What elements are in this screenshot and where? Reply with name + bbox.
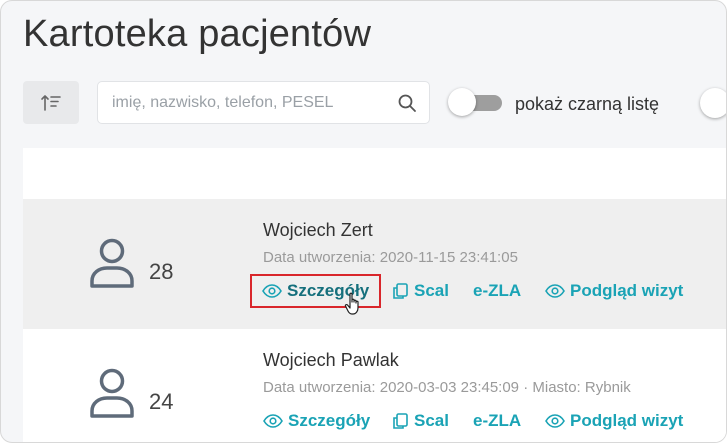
- patient-list: 28 Wojciech Zert Data utworzenia: 2020-1…: [23, 148, 726, 442]
- patient-meta: Data utworzenia: 2020-03-03 23:45:09 · M…: [263, 379, 631, 396]
- patient-age: 28: [149, 259, 174, 284]
- partial-toggle-knob[interactable]: [700, 88, 726, 118]
- blacklist-toggle-label: pokaż czarną listę: [515, 94, 660, 114]
- eye-icon: [263, 414, 283, 428]
- eye-icon: [545, 414, 565, 428]
- patient-meta: Data utworzenia: 2020-11-15 23:41:05: [263, 249, 518, 266]
- merge-label: Scal: [414, 281, 449, 300]
- visits-preview-button[interactable]: Podgląd wizyt: [545, 409, 683, 433]
- details-button[interactable]: Szczegóły: [263, 409, 370, 433]
- patient-row: 28 Wojciech Zert Data utworzenia: 2020-1…: [23, 199, 726, 329]
- patient-row: 24 Wojciech Pawlak Data utworzenia: 2020…: [23, 329, 726, 442]
- blacklist-toggle[interactable]: [448, 88, 502, 116]
- visits-label: Podgląd wizyt: [570, 281, 684, 300]
- created-value: 2020-03-03 23:45:09: [379, 379, 520, 396]
- details-label: Szczegóły: [288, 411, 371, 430]
- patient-name: Wojciech Zert: [263, 220, 373, 240]
- search-icon[interactable]: [397, 93, 417, 113]
- toggle-knob: [448, 88, 476, 116]
- meta-separator: ·: [523, 379, 529, 396]
- city-label: Miasto:: [532, 379, 581, 396]
- page-title: Kartoteka pacjentów: [23, 13, 372, 55]
- ezla-label: e-ZLA: [473, 411, 522, 430]
- merge-button[interactable]: Scal: [391, 279, 449, 303]
- ezla-label: e-ZLA: [473, 281, 522, 300]
- user-icon: [90, 368, 134, 418]
- ezla-button[interactable]: e-ZLA: [473, 279, 521, 303]
- search-input[interactable]: [112, 82, 382, 123]
- hand-pointer-icon: [344, 292, 359, 315]
- eye-icon: [545, 284, 565, 298]
- created-value: 2020-11-15 23:41:05: [379, 249, 518, 266]
- city-value: Rybnik: [584, 379, 631, 396]
- search-box: [97, 81, 430, 124]
- patient-name: Wojciech Pawlak: [263, 350, 399, 370]
- copy-icon: [393, 283, 408, 299]
- ezla-button[interactable]: e-ZLA: [473, 409, 521, 433]
- sort-button[interactable]: [23, 81, 79, 124]
- merge-button[interactable]: Scal: [391, 409, 449, 433]
- copy-icon: [393, 413, 408, 429]
- app-window: Kartoteka pacjentów pokaż czarną listę 2…: [0, 0, 727, 443]
- merge-label: Scal: [414, 411, 449, 430]
- created-label: Data utworzenia:: [263, 379, 376, 396]
- eye-icon: [262, 284, 282, 298]
- visits-preview-button[interactable]: Podgląd wizyt: [545, 279, 683, 303]
- user-icon: [90, 238, 134, 288]
- visits-label: Podgląd wizyt: [570, 411, 684, 430]
- created-label: Data utworzenia:: [263, 249, 376, 266]
- patient-age: 24: [149, 389, 174, 414]
- sort-icon: [41, 94, 61, 111]
